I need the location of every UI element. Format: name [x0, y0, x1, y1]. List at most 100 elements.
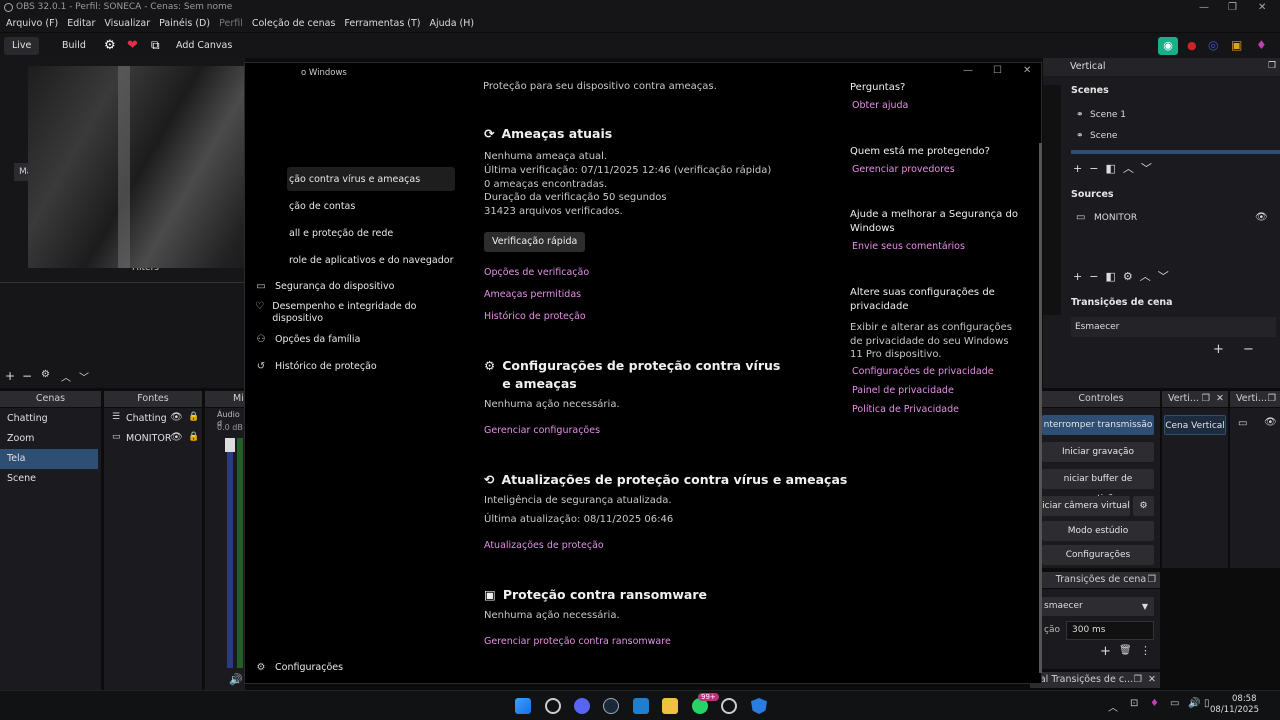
minimize-icon[interactable]: — [963, 65, 973, 76]
heart-icon[interactable]: ❤ [127, 38, 138, 53]
feedback-link[interactable]: Envie seus comentários [852, 241, 965, 252]
vertical-tab-1[interactable]: Verti... [1168, 393, 1199, 404]
source-item[interactable]: MONITOR [1094, 213, 1137, 223]
volume-slider[interactable] [225, 438, 235, 452]
minimize-icon[interactable]: — [1199, 0, 1209, 15]
scene-item-selected[interactable]: Tela [0, 449, 98, 469]
steam-icon[interactable] [603, 698, 619, 714]
nav-device-performance[interactable]: ♡ Desempenho e integridade do dispositivo [255, 301, 425, 325]
scene-item[interactable]: Scene 1 [1090, 110, 1126, 120]
add-icon[interactable]: + [1100, 644, 1111, 659]
circle-icon[interactable]: ◎ [1208, 38, 1218, 52]
filter-icon[interactable]: ◧ [1105, 270, 1115, 283]
vscode-icon[interactable] [633, 698, 649, 714]
speaker-icon[interactable]: 🔊 [229, 673, 243, 686]
nav-firewall[interactable]: all e proteção de rede [289, 228, 393, 239]
eye-icon[interactable]: 👁 [170, 412, 183, 423]
menu-editar[interactable]: Editar [67, 15, 95, 32]
ransomware-link[interactable]: Gerenciar proteção contra ransomware [484, 636, 671, 647]
camera-icon[interactable]: ▣ [1231, 38, 1242, 52]
transition-select[interactable]: smaecer ▼ [1042, 597, 1154, 616]
add-icon[interactable]: + [1213, 342, 1224, 357]
close-icon[interactable]: ✕ [1258, 0, 1266, 15]
nav-app-browser-control[interactable]: role de aplicativos e do navegador [289, 255, 454, 266]
virtual-camera-button[interactable]: iciar câmera virtual [1042, 496, 1130, 516]
lock-icon[interactable]: 🔒 [188, 412, 199, 422]
chevron-up-icon[interactable]: ︿ [1123, 162, 1134, 175]
scene-item[interactable]: Chatting [0, 409, 101, 429]
nav-virus-protection[interactable]: ção contra vírus e ameaças [289, 174, 420, 185]
folder-icon[interactable] [662, 698, 678, 714]
float-icon[interactable]: ❐ [1267, 391, 1276, 407]
maximize-icon[interactable]: ☐ [993, 65, 1002, 76]
duration-input[interactable]: 300 ms [1066, 621, 1154, 640]
protection-history-link[interactable]: Histórico de proteção [484, 311, 586, 322]
gear-icon[interactable]: ⚙ [1123, 270, 1133, 283]
scene-item[interactable]: Zoom [0, 429, 101, 449]
menu-arquivo[interactable]: Arquivo (F) [6, 15, 58, 32]
network-icon[interactable]: ▭ [1170, 698, 1179, 709]
nav-protection-history[interactable]: ↺ Histórico de proteção [255, 361, 377, 373]
chevron-down-icon[interactable]: ﹀ [1158, 270, 1169, 283]
menu-paineis[interactable]: Painéis (D) [159, 15, 210, 32]
add-canvas-button[interactable]: Add Canvas [168, 37, 240, 55]
transition-dropdown[interactable]: Esmaecer [1071, 317, 1276, 337]
scene-item[interactable]: Scene [1090, 131, 1117, 141]
privacy-policy-link[interactable]: Política de Privacidade [852, 404, 959, 415]
start-icon[interactable] [515, 698, 531, 714]
remove-icon[interactable]: − [1243, 342, 1254, 357]
scrollbar[interactable] [1039, 143, 1042, 673]
eye-icon[interactable]: 👁 [1255, 212, 1268, 223]
allowed-threats-link[interactable]: Ameaças permitidas [484, 289, 581, 300]
manage-providers-link[interactable]: Gerenciar provedores [852, 164, 955, 175]
broadcast-icon[interactable]: ◉ [1158, 37, 1178, 55]
float-icon[interactable]: ❐ [1133, 672, 1142, 688]
add-icon[interactable]: + [1073, 162, 1082, 175]
privacy-settings-link[interactable]: Configurações de privacidade [852, 366, 994, 377]
remove-icon[interactable]: − [1089, 270, 1098, 283]
nav-account-protection[interactable]: ção de contas [289, 201, 355, 212]
nav-settings[interactable]: ⚙ Configurações [255, 662, 344, 674]
plugin-icon[interactable]: ⧉ [151, 38, 160, 53]
settings-button[interactable]: Configurações [1042, 545, 1154, 565]
tray-icon[interactable]: ⊡ [1130, 698, 1138, 709]
app-icon[interactable] [721, 698, 737, 714]
privacy-dashboard-link[interactable]: Painel de privacidade [852, 385, 954, 396]
add-icon[interactable]: + [5, 369, 15, 383]
menu-ajuda[interactable]: Ajuda (H) [430, 15, 475, 32]
get-help-link[interactable]: Obter ajuda [852, 100, 908, 111]
stop-stream-button[interactable]: nterromper transmissão [1042, 415, 1154, 435]
record-icon[interactable]: ● [1187, 39, 1197, 52]
menu-ferramentas[interactable]: Ferramentas (T) [344, 15, 420, 32]
scene-item[interactable]: Scene [0, 469, 101, 489]
maximize-icon[interactable]: ❐ [1228, 0, 1237, 15]
float-icon[interactable]: ❐ [1147, 572, 1156, 588]
float-icon[interactable]: ❐ [1201, 391, 1210, 407]
clock-date[interactable]: 08/11/2025 [1210, 705, 1259, 715]
menu-colecao[interactable]: Coleção de cenas [252, 15, 336, 32]
nav-family-options[interactable]: ⚇ Opções da família [255, 334, 361, 346]
close-icon[interactable]: ✕ [1023, 65, 1031, 76]
eye-icon[interactable]: 👁 [170, 432, 183, 443]
trash-icon[interactable]: 🗑 [1119, 645, 1132, 656]
live-tab[interactable]: Live [4, 37, 40, 55]
obs-app-icon[interactable] [545, 698, 561, 714]
start-recording-button[interactable]: Iniciar gravação [1042, 442, 1154, 462]
mic-icon[interactable]: ♦ [1256, 38, 1267, 52]
gear-icon[interactable]: ⚙ [41, 369, 50, 380]
menu-perfil[interactable]: Perfil [219, 15, 243, 32]
clock-time[interactable]: 08:58 [1232, 694, 1257, 704]
shield-icon[interactable] [751, 698, 767, 714]
protection-updates-link[interactable]: Atualizações de proteção [484, 540, 604, 551]
scan-options-link[interactable]: Opções de verificação [484, 267, 589, 278]
manage-settings-link[interactable]: Gerenciar configurações [484, 425, 600, 436]
volume-icon[interactable]: 🔊 [1188, 698, 1200, 709]
discord-icon[interactable] [574, 698, 590, 714]
bottom-tab[interactable]: ical Transições de c... ❐ ✕ [1030, 672, 1160, 688]
vertical-tab-2[interactable]: Verti... [1236, 393, 1267, 404]
cena-vertical-item[interactable]: Cena Vertical [1164, 415, 1226, 435]
mic-icon[interactable]: ♦ [1150, 698, 1159, 709]
add-icon[interactable]: + [1073, 270, 1082, 283]
chevron-up-icon[interactable]: ︿ [1108, 699, 1118, 714]
lock-icon[interactable]: 🔒 [188, 432, 199, 442]
